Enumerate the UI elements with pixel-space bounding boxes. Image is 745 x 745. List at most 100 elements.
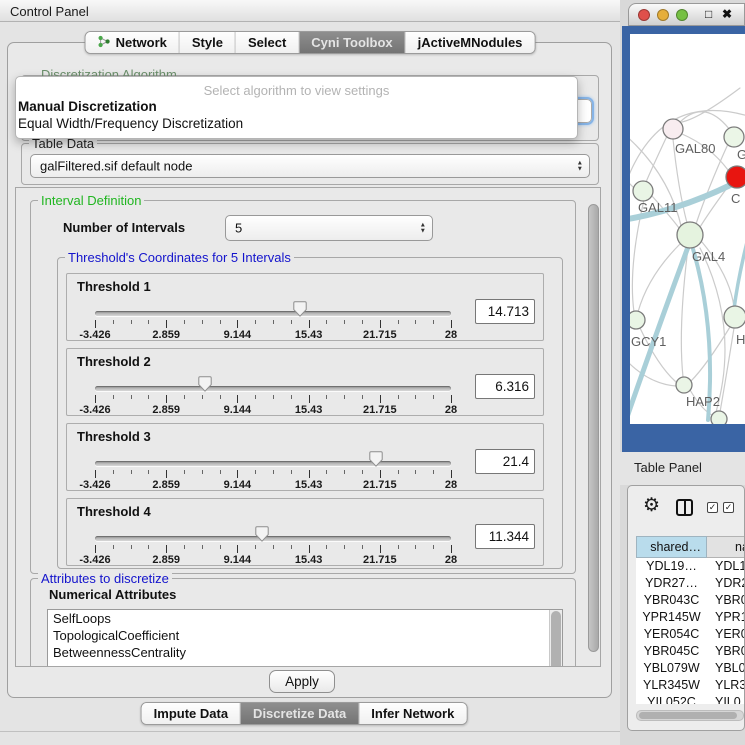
horizontal-scrollbar[interactable] [636, 710, 744, 721]
panel-scrollbar-thumb[interactable] [588, 204, 599, 652]
node-label: HAP2 [686, 394, 720, 409]
network-edge[interactable] [646, 136, 667, 182]
option-equal-width-frequency[interactable]: Equal Width/Frequency Discretization [18, 116, 243, 131]
threshold-value-field[interactable]: 14.713 [475, 299, 535, 324]
network-edge-thick[interactable] [734, 238, 745, 309]
tab-infer-network[interactable]: Infer Network [359, 703, 466, 724]
tick-mark [148, 470, 149, 474]
tab-jactivemnodules[interactable]: jActiveMNodules [406, 32, 535, 53]
network-node-c[interactable] [726, 166, 745, 188]
cell-name: YPR1 [707, 609, 745, 626]
network-edge[interactable] [700, 248, 725, 412]
threshold-value-field[interactable]: 6.316 [475, 374, 535, 399]
network-canvas[interactable]: GAL80GACGAL11GAL4GCY1HHAP2 [630, 34, 745, 424]
checkbox-icon[interactable]: ✓ [723, 502, 734, 513]
tick-label: -3.426 [79, 479, 110, 491]
tick-label: 15.43 [295, 479, 323, 491]
tick-mark [166, 395, 167, 403]
table-row[interactable]: YDR27…YDR2 [636, 575, 745, 592]
cell-shared-name: YPR145W [636, 609, 707, 626]
threshold-value-field[interactable]: 11.344 [475, 524, 535, 549]
slider-thumb[interactable] [293, 301, 307, 317]
slider-track[interactable] [95, 461, 451, 466]
network-edge[interactable] [682, 88, 740, 122]
numerical-attributes-list[interactable]: SelfLoopsTopologicalCoefficientBetweenne… [47, 609, 563, 667]
tick-mark [380, 470, 381, 478]
zoom-traffic-light[interactable] [676, 9, 688, 21]
tab-discretize-data[interactable]: Discretize Data [241, 703, 359, 724]
slider-thumb[interactable] [255, 526, 269, 542]
cell-shared-name: YBR043C [636, 592, 707, 609]
tick-mark [113, 395, 114, 399]
apply-button[interactable]: Apply [269, 670, 335, 693]
threshold-value-field[interactable]: 21.4 [475, 449, 535, 474]
table-row[interactable]: YLR345WYLR3 [636, 677, 745, 694]
tick-mark [184, 320, 185, 324]
tick-label: 21.715 [363, 479, 397, 491]
tab-cyni-toolbox[interactable]: Cyni Toolbox [299, 32, 405, 53]
checkbox-icon[interactable]: ✓ [707, 502, 718, 513]
table-data-combobox[interactable]: galFiltered.sif default node ▲▼ [30, 154, 590, 178]
slider-track[interactable] [95, 536, 451, 541]
tick-mark [398, 545, 399, 549]
slider-track[interactable] [95, 311, 451, 316]
table-row[interactable]: YBR045CYBR0 [636, 643, 745, 660]
table-data-value: galFiltered.sif default node [40, 159, 192, 174]
tab-impute-data[interactable]: Impute Data [142, 703, 241, 724]
table-row[interactable]: YDL19…YDL1 [636, 558, 745, 575]
list-scrollbar-thumb[interactable] [551, 611, 561, 667]
gear-icon[interactable]: ⚙ [643, 494, 660, 517]
float-icon[interactable]: □ [705, 7, 712, 21]
attribute-item[interactable]: TopologicalCoefficient [48, 627, 562, 644]
network-edge[interactable] [696, 144, 728, 224]
option-manual-discretization[interactable]: Manual Discretization [18, 99, 157, 114]
network-edge[interactable] [638, 244, 680, 312]
threshold-label: Threshold 1 [77, 279, 151, 294]
horizontal-scrollbar-thumb[interactable] [639, 712, 737, 719]
tab-network[interactable]: Network [86, 32, 180, 53]
network-window-titlebar[interactable]: □ ✖ [628, 3, 745, 26]
slider-track[interactable] [95, 386, 451, 391]
tick-mark [380, 545, 381, 553]
threshold-label: Threshold 3 [77, 429, 151, 444]
split-view-icon[interactable] [676, 499, 693, 516]
slider-thumb[interactable] [198, 376, 212, 392]
table-row[interactable]: YBL079WYBL0 [636, 660, 745, 677]
network-node-h[interactable] [724, 306, 745, 328]
network-node-hap2[interactable] [676, 377, 692, 393]
slider-thumb[interactable] [369, 451, 383, 467]
tab-select[interactable]: Select [236, 32, 299, 53]
network-node[interactable] [711, 411, 727, 424]
network-node-gal4[interactable] [677, 222, 703, 248]
tick-mark [451, 395, 452, 403]
network-node-gcy1[interactable] [630, 311, 645, 329]
table-header: shared… na [636, 536, 745, 558]
tab-style[interactable]: Style [180, 32, 236, 53]
tick-mark [273, 320, 274, 324]
minimize-traffic-light[interactable] [657, 9, 669, 21]
network-node-gal11[interactable] [633, 181, 653, 201]
network-node-ga[interactable] [724, 127, 744, 147]
list-scrollbar[interactable] [549, 610, 562, 667]
tick-mark [220, 320, 221, 324]
tick-mark [202, 395, 203, 399]
close-icon[interactable]: ✖ [722, 7, 732, 21]
network-graph[interactable]: GAL80GACGAL11GAL4GCY1HHAP2 [630, 34, 745, 424]
table-panel: ⚙ ✓ ✓ shared… na YDL19…YDL1YDR27…YDR2YBR… [627, 485, 745, 731]
table-row[interactable]: YPR145WYPR1 [636, 609, 745, 626]
number-of-intervals-combobox[interactable]: 5 ▲▼ [225, 215, 433, 241]
table-row[interactable]: YBR043CYBR0 [636, 592, 745, 609]
cell-shared-name: YLR345W [636, 677, 707, 694]
tick-mark [255, 320, 256, 324]
table-row[interactable]: YER054CYER0 [636, 626, 745, 643]
tick-mark [255, 545, 256, 549]
attribute-item[interactable]: SelfLoops [48, 610, 562, 627]
close-traffic-light[interactable] [638, 9, 650, 21]
bottom-divider [0, 731, 620, 732]
node-label: GCY1 [631, 334, 666, 349]
attribute-item[interactable]: BetweennessCentrality [48, 644, 562, 661]
column-header-name[interactable]: na [707, 536, 745, 558]
table-row[interactable]: YIL052CYIL0 [636, 694, 745, 704]
network-node-gal80[interactable] [663, 119, 683, 139]
column-header-shared-name[interactable]: shared… [636, 536, 707, 558]
